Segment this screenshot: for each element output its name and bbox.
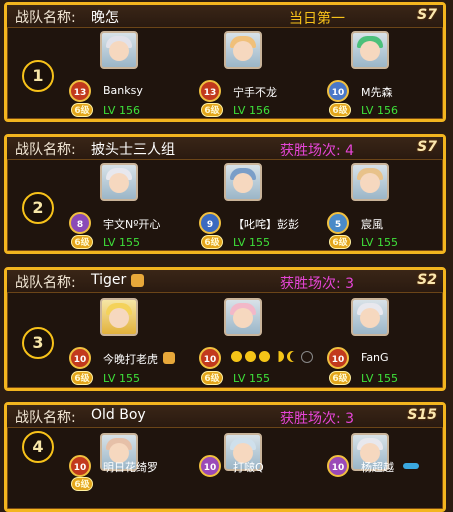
player-avatar[interactable] — [100, 31, 138, 69]
player-name[interactable]: 【叱咤】彭彭 — [233, 216, 299, 232]
team-header: 战队名称: 披头士三人组 获胜场次: 4 S7 — [7, 137, 443, 160]
player-avatar[interactable] — [351, 298, 389, 336]
player-avatar[interactable] — [224, 163, 262, 201]
new-moon-icon — [301, 351, 313, 363]
full-moon-icon — [231, 351, 242, 362]
player-avatar[interactable] — [351, 163, 389, 201]
rank-circle: 1 — [22, 60, 54, 92]
wave-icon — [403, 463, 419, 469]
team-card[interactable]: 战队名称: 晚怎 当日第一 S7 1 13 Banksy 6级 LV 156 1… — [4, 2, 446, 122]
team-card[interactable]: 战队名称: 披头士三人组 获胜场次: 4 S7 2 8 宇文Nº开心 6级 LV… — [4, 134, 446, 254]
rank-circle: 2 — [22, 192, 54, 224]
rank-badge-icon: 8 — [69, 212, 91, 234]
team-name-label: 战队名称: — [15, 10, 76, 26]
player-name[interactable]: 宇文Nº开心 — [103, 216, 160, 232]
team-card[interactable]: 战队名称: Tiger 获胜场次: 3 S2 3 10 今晚打老虎 6级 LV … — [4, 267, 446, 391]
player-level: LV 155 — [361, 372, 398, 385]
team-card[interactable]: 战队名称: Old Boy 获胜场次: 3 S15 4 10 明日花绮罗 6级 … — [4, 402, 446, 512]
player-level: LV 155 — [103, 372, 140, 385]
player-avatar[interactable] — [100, 298, 138, 336]
player-avatar[interactable] — [100, 163, 138, 201]
player-name[interactable]: M先森 — [361, 84, 393, 100]
vip-icon: 6级 — [201, 371, 223, 385]
player-name[interactable]: 杨超越 — [361, 459, 394, 475]
team-header: 战队名称: 晚怎 当日第一 S7 — [7, 5, 443, 28]
player-name[interactable]: 打啵Q — [233, 459, 264, 475]
team-name: Tiger — [91, 272, 127, 288]
rank-circle: 3 — [22, 327, 54, 359]
season-badge: S7 — [417, 7, 437, 23]
half-moon-icon — [273, 351, 284, 362]
team-stat: 获胜场次: 3 — [279, 411, 355, 427]
player-name[interactable]: Banksy — [103, 84, 143, 97]
rank-badge-icon: 10 — [199, 347, 221, 369]
player-level: LV 156 — [233, 104, 270, 117]
rank-badge-icon: 10 — [69, 455, 91, 477]
rank-badge-icon: 9 — [199, 212, 221, 234]
player-avatar[interactable] — [224, 298, 262, 336]
vip-icon: 6级 — [71, 477, 93, 491]
player-name[interactable]: 宸風 — [361, 216, 383, 232]
moon-phase-icons — [231, 351, 313, 363]
team-name: 披头士三人组 — [91, 142, 175, 158]
player-level: LV 155 — [233, 372, 270, 385]
team-name: 晚怎 — [91, 10, 119, 26]
team-name: Old Boy — [91, 407, 146, 423]
rank-badge-icon: 13 — [69, 80, 91, 102]
rank-badge-icon: 10 — [327, 455, 349, 477]
vip-icon: 6级 — [201, 235, 223, 249]
season-badge: S7 — [417, 139, 437, 155]
season-badge: S15 — [407, 407, 437, 423]
player-level: LV 155 — [233, 236, 270, 249]
tiger-emoji-icon — [131, 274, 144, 287]
player-avatar[interactable] — [351, 31, 389, 69]
rank-badge-icon: 13 — [199, 80, 221, 102]
rank-circle: 4 — [22, 431, 54, 463]
vip-icon: 6级 — [201, 103, 223, 117]
player-level: LV 156 — [103, 104, 140, 117]
rank-badge-icon: 10 — [327, 347, 349, 369]
team-header: 战队名称: Old Boy 获胜场次: 3 S15 — [7, 405, 443, 428]
vip-icon: 6级 — [71, 235, 93, 249]
team-stat: 获胜场次: 3 — [279, 276, 355, 292]
vip-icon: 6级 — [329, 103, 351, 117]
player-name[interactable]: 宁手不龙 — [233, 84, 277, 100]
player-name[interactable]: 今晚打老虎 — [103, 351, 158, 367]
vip-icon: 6级 — [329, 235, 351, 249]
vip-icon: 6级 — [71, 371, 93, 385]
rank-badge-icon: 10 — [327, 80, 349, 102]
full-moon-icon — [259, 351, 270, 362]
team-stat: 当日第一 — [289, 11, 345, 27]
team-stat: 获胜场次: 4 — [279, 143, 355, 159]
player-name[interactable]: 明日花绮罗 — [103, 459, 158, 475]
team-name-label: 战队名称: — [15, 142, 76, 158]
tiger-emoji-icon — [163, 352, 175, 364]
team-name-label: 战队名称: — [15, 275, 76, 291]
vip-icon: 6级 — [329, 371, 351, 385]
vip-icon: 6级 — [71, 103, 93, 117]
player-avatar[interactable] — [224, 31, 262, 69]
rank-badge-icon: 10 — [69, 347, 91, 369]
crescent-moon-icon — [287, 351, 298, 362]
player-level: LV 155 — [361, 236, 398, 249]
rank-badge-icon: 10 — [199, 455, 221, 477]
team-header: 战队名称: Tiger 获胜场次: 3 S2 — [7, 270, 443, 293]
team-name-label: 战队名称: — [15, 410, 76, 426]
player-level: LV 155 — [103, 236, 140, 249]
full-moon-icon — [245, 351, 256, 362]
player-name[interactable]: FanG — [361, 351, 389, 364]
season-badge: S2 — [417, 272, 437, 288]
player-level: LV 156 — [361, 104, 398, 117]
rank-badge-icon: 5 — [327, 212, 349, 234]
